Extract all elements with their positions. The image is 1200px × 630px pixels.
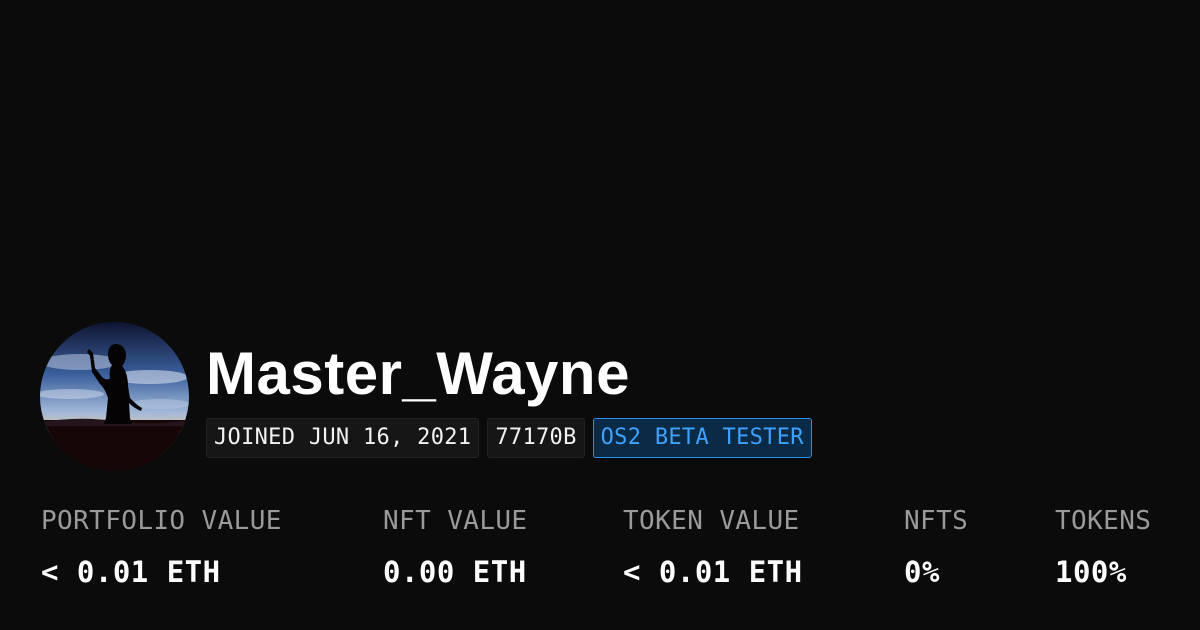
stat-token-value: TOKEN VALUE < 0.01 ETH: [623, 504, 803, 590]
stat-tokens: TOKENS 100%: [1055, 504, 1151, 590]
stat-value: 0.00 ETH: [383, 555, 527, 589]
profile-header: Master_Wayne JOINED JUN 16, 2021 77170B …: [40, 322, 812, 471]
avatar-image: [40, 322, 189, 471]
stat-value: < 0.01 ETH: [623, 555, 803, 589]
identity-block: Master_Wayne JOINED JUN 16, 2021 77170B …: [206, 322, 812, 458]
stat-nft-value: NFT VALUE 0.00 ETH: [383, 504, 527, 590]
stat-value: < 0.01 ETH: [41, 555, 221, 589]
stat-label: TOKENS: [1055, 506, 1152, 536]
stat-label: NFT VALUE: [383, 506, 528, 536]
stat-label: NFTS: [904, 506, 969, 536]
joined-date-badge: JOINED JUN 16, 2021: [206, 418, 480, 458]
stat-label: TOKEN VALUE: [623, 506, 800, 536]
beta-tester-badge: OS2 BETA TESTER: [592, 418, 812, 458]
badge-row: JOINED JUN 16, 2021 77170B OS2 BETA TEST…: [206, 418, 812, 458]
stat-label: PORTFOLIO VALUE: [41, 506, 282, 536]
avatar[interactable]: [40, 322, 189, 471]
stat-portfolio-value: PORTFOLIO VALUE < 0.01 ETH: [41, 504, 282, 590]
address-badge[interactable]: 77170B: [487, 418, 585, 458]
username: Master_Wayne: [206, 340, 630, 407]
stat-nfts: NFTS 0%: [904, 504, 968, 590]
stat-value: 0%: [904, 555, 940, 589]
stat-value: 100%: [1055, 555, 1127, 589]
